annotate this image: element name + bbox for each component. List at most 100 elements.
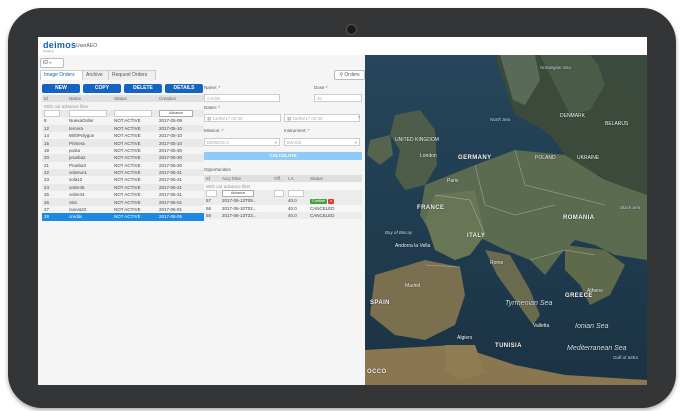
opportunity-row[interactable]: 56 2017-06-10T02... 40.0 CANCELED: [204, 204, 362, 212]
mission-select[interactable]: DEIMOS-2: [204, 138, 280, 147]
id-dropdown[interactable]: ID ▾: [40, 58, 64, 68]
username[interactable]: UserAEO: [76, 43, 97, 49]
map-label: Bay of Biscay: [385, 230, 413, 235]
instrument-select[interactable]: IMAGE: [284, 138, 360, 147]
cell-creation: 2017-05-30: [157, 146, 204, 155]
dose-input[interactable]: 40: [314, 94, 362, 102]
opportunity-row[interactable]: 58 2017-06-13T23... 40.0 CANCELED: [204, 211, 362, 220]
mission-label: Mission: *: [204, 128, 224, 133]
table-row[interactable]: 19 posta NOT ACTIVE 2017-05-30: [42, 146, 204, 155]
column-header-id[interactable]: Id: [204, 175, 220, 183]
cell-creation: 2017-05-31: [157, 176, 204, 184]
opportunities-label: Opportunities: [204, 167, 231, 172]
table-row[interactable]: 24 order45 NOT ACTIVE 2017-05-31: [42, 183, 204, 192]
orders-filter-row: With out advance filter: [42, 102, 204, 110]
opportunity-row[interactable]: 57 2017-06-13T09... 40.0 Confirm x: [204, 197, 362, 205]
date-to-input[interactable]: ▦ 18/06/17 02:00: [284, 114, 360, 122]
filter-id-input[interactable]: [206, 189, 217, 197]
map-label: Athens: [587, 288, 603, 294]
orders-table: Id Name Status Creation With out advance…: [42, 95, 204, 221]
cancel-icon[interactable]: x: [328, 198, 335, 204]
table-row[interactable]: 14 WithPolygon NOT ACTIVE 2017-05-10: [42, 131, 204, 140]
search-icon: ⚲: [339, 72, 343, 78]
copy-button[interactable]: COPY: [83, 84, 121, 93]
name-input[interactable]: credits: [204, 94, 280, 102]
map-view[interactable]: Norwegian Sea North Sea DENMARK BELARUS UNIT…: [365, 55, 647, 385]
table-row[interactable]: 20 prueba2 NOT ACTIVE 2017-05-30: [42, 154, 204, 162]
cell-id: 19: [42, 146, 67, 155]
dates-label: Dates: *: [204, 105, 221, 110]
table-row[interactable]: 25 order44 NOT ACTIVE 2017-05-31: [42, 191, 204, 199]
orders-button[interactable]: ⚲ Orders: [334, 70, 365, 80]
orders-table-header: Id Name Status Creation: [42, 95, 204, 103]
cell-status: NOT ACTIVE: [112, 213, 157, 221]
new-button[interactable]: NEW: [42, 84, 80, 93]
column-header-status[interactable]: Status: [308, 175, 362, 183]
opportunities-table: Id Acq.Time Off. I.A. Status With out ad…: [204, 175, 362, 220]
map-label: Paris: [447, 178, 459, 184]
map-label: DENMARK: [560, 113, 586, 119]
cell-id: 8: [42, 117, 67, 125]
cell-creation: 2017-05-30: [157, 154, 204, 162]
table-row[interactable]: 12 tercera NOT ACTIVE 2017-05-10: [42, 124, 204, 132]
calculate-button[interactable]: CALCULATE: [204, 152, 362, 160]
map-label: BELARUS: [605, 121, 629, 127]
cell-creation: 2017-05-31: [157, 191, 204, 199]
advance-button[interactable]: Advance: [222, 189, 254, 197]
table-row[interactable]: 22 orderun1 NOT ACTIVE 2017-05-31: [42, 168, 204, 177]
table-row[interactable]: 26 otra NOT ACTIVE 2017-06-01: [42, 198, 204, 206]
details-button[interactable]: DETAILS: [165, 84, 203, 93]
table-row[interactable]: 21 Prueba3 NOT ACTIVE 2017-05-30: [42, 161, 204, 169]
cell-name: orderun1: [67, 168, 112, 177]
map-label: Black Sea: [620, 205, 641, 210]
filter-name-input[interactable]: [69, 109, 107, 117]
app-screen: deimos imaging UserAEO ID ▾ Image Orders…: [38, 37, 647, 385]
cell-status: CANCELED: [308, 204, 362, 212]
column-header-name[interactable]: Name: [67, 95, 112, 103]
column-header-acq-time[interactable]: Acq.Time: [220, 175, 272, 183]
cell-ia: 40.0: [286, 204, 308, 212]
cell-id: 24: [42, 183, 67, 192]
column-header-status[interactable]: Status: [112, 95, 157, 103]
column-header-id[interactable]: Id: [42, 95, 67, 103]
name-label: Name: *: [204, 85, 221, 90]
cell-creation: 2017-05-31: [157, 183, 204, 192]
table-row[interactable]: 15 Primera NOT ACTIVE 2017-05-10: [42, 139, 204, 147]
filter-status-input[interactable]: [114, 109, 152, 117]
cell-off: [272, 211, 286, 220]
map-label: Valletta: [533, 323, 550, 329]
filter-ia-input[interactable]: [288, 189, 304, 197]
cell-creation: 2017-05-09: [157, 117, 204, 125]
filter-id-input[interactable]: [44, 109, 60, 117]
cell-off: [272, 204, 286, 212]
table-row[interactable]: 27 nueva22 NOT ACTIVE 2017-06-01: [42, 205, 204, 214]
camera-icon: [346, 24, 357, 35]
opportunities-filter-text: With out advance filter: [204, 182, 362, 190]
confirm-button[interactable]: Confirm: [310, 198, 328, 204]
table-row[interactable]: 23 sola12 NOT ACTIVE 2017-05-31: [42, 176, 204, 184]
column-header-off[interactable]: Off.: [272, 175, 286, 183]
column-header-ia[interactable]: I.A.: [286, 175, 308, 183]
cell-id: 58: [204, 211, 220, 220]
column-header-creation[interactable]: Creation: [157, 95, 204, 103]
cell-creation: 2017-06-01: [157, 198, 204, 206]
instrument-label: Instrument: *: [284, 128, 310, 133]
cell-name: credits: [67, 213, 112, 221]
filter-off-input[interactable]: [274, 189, 284, 197]
tab-archive[interactable]: Archive: [82, 70, 110, 80]
advance-button[interactable]: Advance: [159, 109, 193, 117]
map-label: Rome: [490, 260, 504, 266]
table-row[interactable]: 8 NuevaOrder NOT ACTIVE 2017-05-09: [42, 117, 204, 125]
cell-id: 56: [204, 204, 220, 212]
table-row[interactable]: 28 credits NOT ACTIVE 2017-06-06: [42, 213, 204, 221]
tab-image-orders[interactable]: Image Orders: [40, 70, 84, 80]
tab-request-orders[interactable]: Request Orders: [108, 70, 156, 80]
cell-creation: 2017-05-30: [157, 161, 204, 169]
cell-name: otra: [67, 198, 112, 206]
cell-id: 12: [42, 124, 67, 132]
delete-button[interactable]: DELETE: [124, 84, 162, 93]
cell-status: NOT ACTIVE: [112, 168, 157, 177]
cell-status: NOT ACTIVE: [112, 154, 157, 162]
date-from-input[interactable]: ▦ 13/06/17 02:00: [204, 114, 281, 122]
map-label: Mediterranean Sea: [567, 345, 627, 352]
